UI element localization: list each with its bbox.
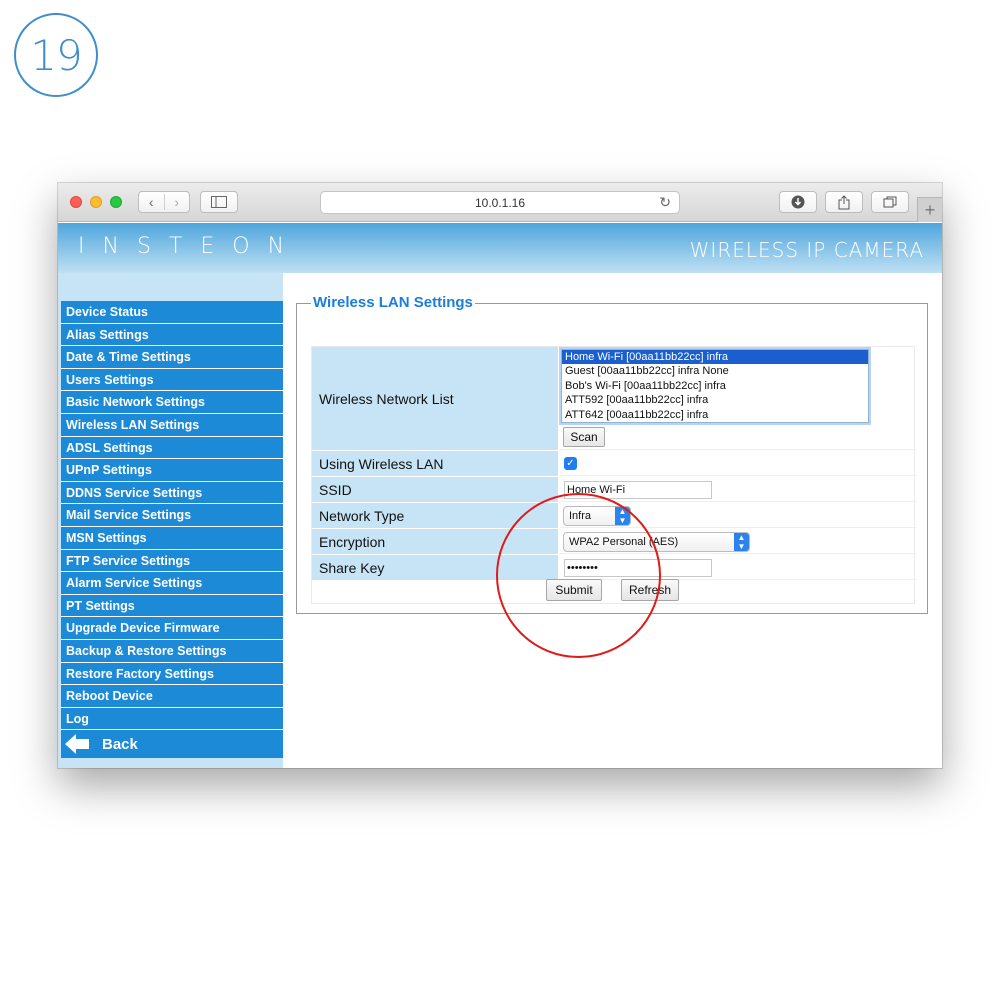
select-arrows-icon: ▲ ▼ (734, 533, 749, 551)
checkmark-icon: ✓ (566, 458, 575, 469)
back-label: Back (102, 735, 138, 753)
using-wireless-cell: ✓ (560, 451, 916, 476)
encryption-select[interactable]: WPA2 Personal (AES) ▲ ▼ (563, 532, 750, 552)
minimize-window-button[interactable] (90, 196, 102, 208)
browser-toolbar: ‹ › 10.0.1.16 ↻ + (58, 183, 942, 222)
share-button[interactable] (825, 191, 863, 213)
submit-button[interactable]: Submit (546, 579, 602, 601)
reload-icon[interactable]: ↻ (659, 194, 671, 211)
menu-item-upgrade-device-firmware[interactable]: Upgrade Device Firmware (61, 617, 283, 640)
select-arrows-icon: ▲ ▼ (615, 507, 630, 525)
forward-nav-icon[interactable]: › (163, 194, 190, 210)
ssid-label: SSID (312, 477, 558, 502)
show-tabs-button[interactable] (871, 191, 909, 213)
wireless-lan-fieldset: Wireless LAN Settings Wireless Network L… (296, 294, 928, 614)
wireless-network-listbox[interactable]: Home Wi-Fi [00aa11bb22cc] infra Guest [0… (561, 349, 869, 423)
menu-item-pt-settings[interactable]: PT Settings (61, 594, 283, 618)
menu-item-device-status[interactable]: Device Status (61, 301, 283, 324)
downloads-button[interactable] (779, 191, 817, 213)
menu-item-basic-network-settings[interactable]: Basic Network Settings (61, 391, 283, 414)
wireless-network-list-cell: Home Wi-Fi [00aa11bb22cc] infra Guest [0… (560, 347, 916, 450)
wireless-network-list-label: Wireless Network List (312, 347, 558, 450)
menu-item-wireless-lan-settings[interactable]: Wireless LAN Settings (61, 413, 283, 437)
new-tab-button[interactable]: + (917, 197, 942, 222)
network-type-value: Infra (569, 510, 592, 522)
scan-button[interactable]: Scan (563, 427, 605, 447)
share-key-label: Share Key (312, 555, 558, 580)
tabs-icon (883, 196, 897, 208)
nav-buttons: ‹ › (138, 191, 190, 213)
menu-item-restore-factory-settings[interactable]: Restore Factory Settings (61, 662, 283, 686)
sidebar-toggle-button[interactable] (200, 191, 238, 213)
row-ssid: SSID Home Wi-Fi (312, 477, 916, 502)
menu-item-adsl-settings[interactable]: ADSL Settings (61, 436, 283, 460)
menu-item-mail-service-settings[interactable]: Mail Service Settings (61, 504, 283, 527)
share-key-cell: •••••••• (560, 555, 916, 580)
row-encryption: Encryption WPA2 Personal (AES) ▲ ▼ (312, 529, 916, 554)
row-wireless-network-list: Wireless Network List Home Wi-Fi [00aa11… (312, 347, 916, 450)
network-type-label: Network Type (312, 503, 558, 528)
sidebar-icon (211, 196, 227, 208)
browser-window: ‹ › 10.0.1.16 ↻ + INSTEON WIRELESS IP CA… (58, 183, 942, 768)
network-option[interactable]: ATT592 [00aa11bb22cc] infra (562, 393, 868, 407)
download-icon (791, 195, 805, 209)
menu-item-reboot-device[interactable]: Reboot Device (61, 685, 283, 708)
maximize-window-button[interactable] (110, 196, 122, 208)
brand-header: INSTEON WIRELESS IP CAMERA (58, 223, 942, 273)
menu-item-log[interactable]: Log (61, 707, 283, 731)
menu-item-users-settings[interactable]: Users Settings (61, 368, 283, 392)
menu-item-ddns-service-settings[interactable]: DDNS Service Settings (61, 481, 283, 505)
back-arrow-icon (65, 734, 89, 755)
network-type-select[interactable]: Infra ▲ ▼ (563, 506, 631, 526)
using-wireless-label: Using Wireless LAN (312, 451, 558, 476)
using-wireless-checkbox[interactable]: ✓ (564, 457, 577, 470)
fieldset-legend: Wireless LAN Settings (311, 294, 475, 311)
network-option[interactable]: Bob's Wi-Fi [00aa11bb22cc] infra (562, 379, 868, 393)
back-nav-icon[interactable]: ‹ (139, 194, 164, 210)
step-number-badge: 19 (14, 13, 98, 97)
menu-item-backup-restore-settings[interactable]: Backup & Restore Settings (61, 639, 283, 663)
product-title: WIRELESS IP CAMERA (689, 238, 924, 262)
menu-item-alarm-service-settings[interactable]: Alarm Service Settings (61, 572, 283, 595)
ssid-input[interactable]: Home Wi-Fi (564, 481, 712, 499)
menu-item-alias-settings[interactable]: Alias Settings (61, 323, 283, 347)
back-button[interactable]: Back (61, 730, 283, 759)
row-network-type: Network Type Infra ▲ ▼ (312, 503, 916, 528)
menu-item-msn-settings[interactable]: MSN Settings (61, 526, 283, 550)
settings-table: Wireless Network List Home Wi-Fi [00aa11… (311, 346, 916, 604)
address-bar[interactable]: 10.0.1.16 ↻ (320, 191, 680, 214)
insteon-logo: INSTEON (78, 234, 303, 259)
network-option[interactable]: ATT642 [00aa11bb22cc] infra (562, 408, 868, 422)
share-key-input[interactable]: •••••••• (564, 559, 712, 577)
encryption-label: Encryption (312, 529, 558, 554)
url-text: 10.0.1.16 (474, 195, 526, 210)
row-using-wireless: Using Wireless LAN ✓ (312, 451, 916, 476)
settings-menu: Device Status Alias Settings Date & Time… (61, 301, 283, 759)
network-option[interactable]: Guest [00aa11bb22cc] infra None (562, 364, 868, 378)
encryption-cell: WPA2 Personal (AES) ▲ ▼ (560, 529, 916, 554)
menu-item-date-time-settings[interactable]: Date & Time Settings (61, 346, 283, 369)
share-icon (838, 194, 850, 209)
close-window-button[interactable] (70, 196, 82, 208)
network-type-cell: Infra ▲ ▼ (560, 503, 916, 528)
row-share-key: Share Key •••••••• (312, 555, 916, 580)
menu-item-upnp-settings[interactable]: UPnP Settings (61, 459, 283, 482)
menu-item-ftp-service-settings[interactable]: FTP Service Settings (61, 549, 283, 573)
encryption-value: WPA2 Personal (AES) (569, 536, 679, 548)
network-option[interactable]: Home Wi-Fi [00aa11bb22cc] infra (562, 350, 868, 365)
refresh-button[interactable]: Refresh (621, 579, 679, 601)
settings-menu-column: Device Status Alias Settings Date & Time… (58, 273, 283, 768)
camera-admin-page: INSTEON WIRELESS IP CAMERA Device Status… (58, 223, 942, 768)
ssid-cell: Home Wi-Fi (560, 477, 916, 502)
